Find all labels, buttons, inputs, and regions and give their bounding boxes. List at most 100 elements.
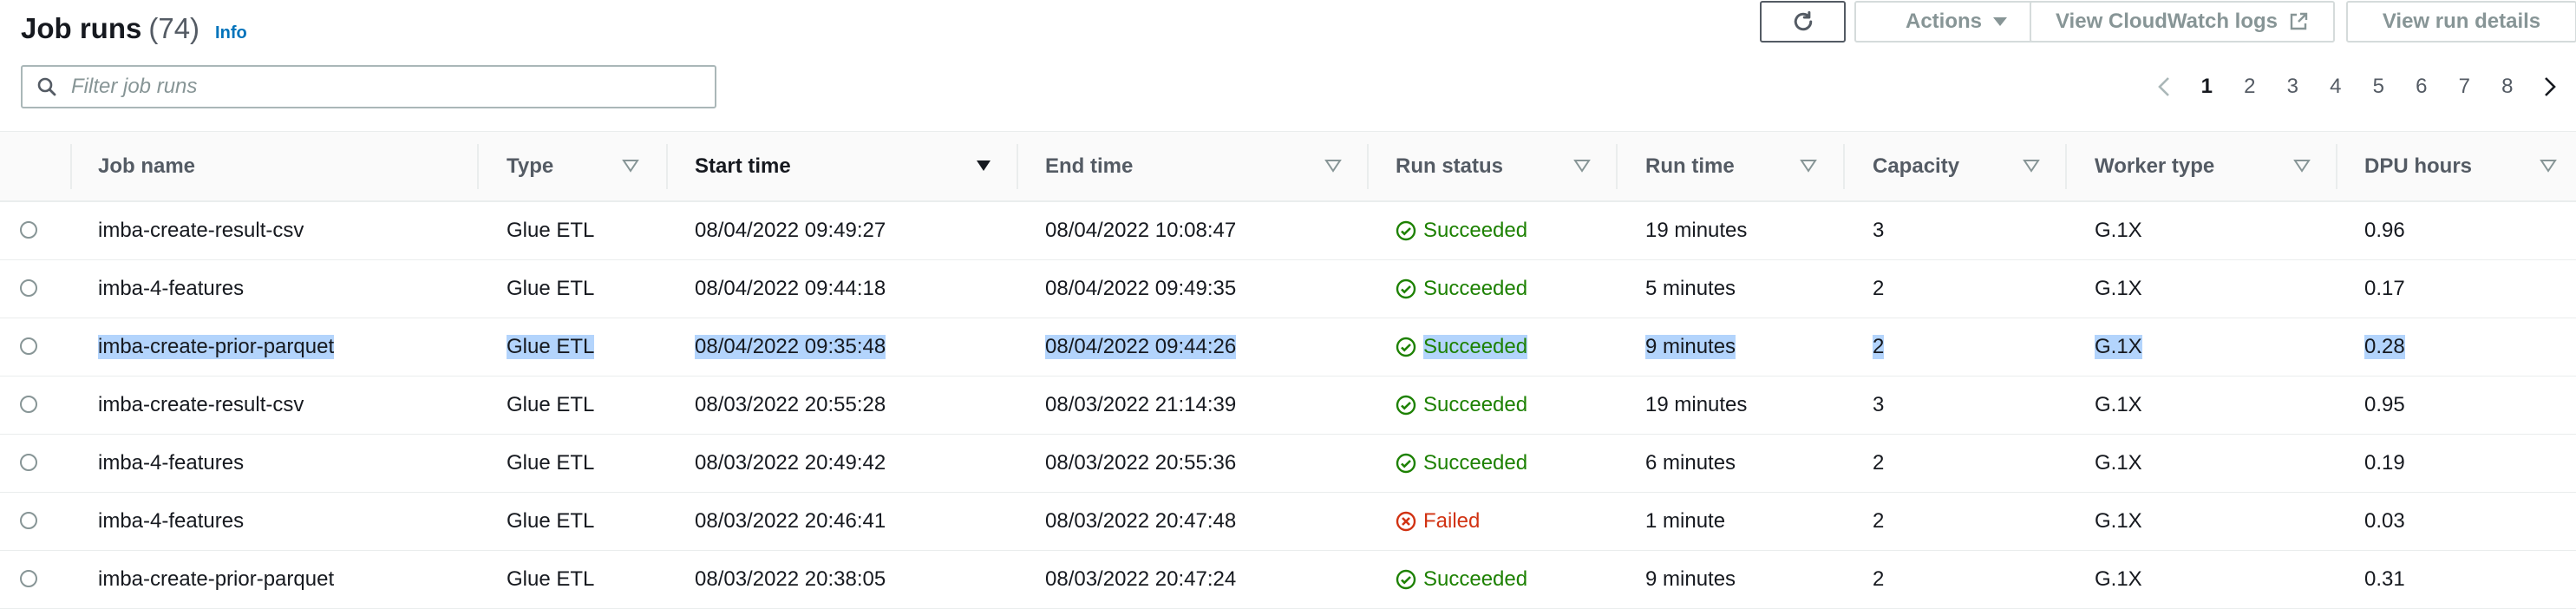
page-2[interactable]: 2 [2228,75,2272,99]
page-5[interactable]: 5 [2357,75,2401,99]
sort-caret-filled-icon[interactable] [975,159,992,173]
type-text: Glue ETL [507,335,595,359]
run-status-cell: Succeeded [1396,318,1528,376]
refresh-icon [1794,10,1812,31]
sort-caret-icon[interactable] [2023,159,2040,173]
sort-caret-icon[interactable] [622,159,639,173]
run-status-text: Succeeded [1423,567,1528,591]
table-row[interactable]: imba-4-features Glue ETL 08/04/2022 09:4… [0,260,2576,318]
dpu-hours-text: 0.28 [2364,335,2405,359]
page-6[interactable]: 6 [2400,75,2443,99]
sort-caret-icon[interactable] [2540,159,2557,173]
table-row[interactable]: imba-create-result-csv Glue ETL 08/03/20… [0,377,2576,435]
page-header: Job runs (74) Info [21,12,247,45]
view-run-details-button[interactable]: View run details [2346,1,2576,43]
column-type[interactable]: Type [507,132,553,200]
end-time-cell: 08/03/2022 20:55:36 [1045,451,1237,475]
run-status-cell: Succeeded [1396,202,1527,259]
row-select-radio[interactable] [20,221,37,239]
info-link[interactable]: Info [215,23,247,43]
view-cloudwatch-logs-button[interactable]: View CloudWatch logs [2030,1,2335,43]
dpu-hours-cell: 0.03 [2364,509,2405,533]
worker-type-cell: G.1X [2095,219,2142,242]
column-run-status[interactable]: Run status [1396,132,1503,200]
run-time-cell: 19 minutes [1645,219,1748,242]
next-page-button[interactable] [2529,76,2573,97]
previous-page-button[interactable] [2142,76,2186,97]
run-status-cell: Succeeded [1396,551,1527,608]
column-divider [1017,144,1018,189]
job-name-cell[interactable]: imba-4-features [98,493,244,550]
row-select-radio[interactable] [20,512,37,529]
worker-type-text: G.1X [2095,335,2142,359]
job-name-cell[interactable]: imba-4-features [98,260,244,318]
column-dpu-hours[interactable]: DPU hours [2364,132,2472,200]
page-title: Job runs [21,12,142,44]
column-divider [1843,144,1845,189]
job-name-cell[interactable]: imba-4-features [98,435,244,492]
job-name-cell[interactable]: imba-create-result-csv [98,377,304,434]
column-divider [70,144,72,189]
column-divider [2336,144,2337,189]
start-time-cell: 08/03/2022 20:38:05 [695,567,886,591]
worker-type-cell: G.1X [2095,318,2142,376]
column-start-time[interactable]: Start time [695,132,791,200]
column-divider [1616,144,1618,189]
table-row[interactable]: imba-4-features Glue ETL 08/03/2022 20:4… [0,435,2576,493]
start-time-cell: 08/04/2022 09:44:18 [695,277,886,300]
row-select-radio[interactable] [20,454,37,471]
worker-type-cell: G.1X [2095,277,2142,300]
worker-type-cell: G.1X [2095,509,2142,533]
table-row[interactable]: imba-create-result-csv Glue ETL 08/04/20… [0,202,2576,260]
sort-caret-icon[interactable] [2293,159,2311,173]
row-select-radio[interactable] [20,570,37,587]
search-input[interactable] [69,74,697,100]
sort-caret-icon[interactable] [1573,159,1591,173]
actions-button[interactable]: Actions [1854,1,2059,43]
page-7[interactable]: 7 [2443,75,2487,99]
end-time-cell: 08/03/2022 20:47:48 [1045,509,1237,533]
page-4[interactable]: 4 [2314,75,2357,99]
filter-job-runs[interactable] [21,65,716,108]
column-divider [1367,144,1369,189]
sort-caret-icon[interactable] [1324,159,1342,173]
type-cell: Glue ETL [507,393,595,416]
worker-type-cell: G.1X [2095,567,2142,591]
column-job-name[interactable]: Job name [98,132,195,200]
pagination: 1 2 3 4 5 6 7 8 [2142,69,2572,104]
column-worker-type[interactable]: Worker type [2095,132,2214,200]
refresh-button[interactable] [1760,1,1846,43]
job-name-text: imba-create-prior-parquet [98,335,335,359]
row-select-radio[interactable] [20,279,37,297]
job-name-cell[interactable]: imba-create-prior-parquet [98,551,334,608]
success-check-icon [1396,569,1416,590]
start-time-cell: 08/03/2022 20:49:42 [695,451,886,475]
type-cell: Glue ETL [507,509,595,533]
job-runs-table: Job name Type Start time End time Run st… [0,131,2576,609]
column-capacity[interactable]: Capacity [1873,132,1959,200]
end-time-cell: 08/04/2022 09:49:35 [1045,277,1237,300]
external-link-icon [2290,12,2308,30]
chevron-right-icon [2545,77,2557,96]
column-end-time[interactable]: End time [1045,132,1133,200]
table-row[interactable]: imba-4-features Glue ETL 08/03/2022 20:4… [0,493,2576,551]
dpu-hours-cell: 0.95 [2364,393,2405,416]
page-1[interactable]: 1 [2186,75,2229,99]
start-time-cell: 08/03/2022 20:55:28 [695,393,886,416]
row-select-radio[interactable] [20,337,37,355]
run-status-cell: Succeeded [1396,377,1527,434]
dpu-hours-cell: 0.19 [2364,451,2405,475]
search-icon [37,77,56,96]
sort-caret-icon[interactable] [1800,159,1817,173]
page-3[interactable]: 3 [2272,75,2315,99]
job-name-cell[interactable]: imba-create-result-csv [98,202,304,259]
table-row[interactable]: imba-create-prior-parquet Glue ETL 08/03… [0,551,2576,609]
capacity-cell: 2 [1873,567,1885,591]
error-x-icon [1396,511,1416,532]
dpu-hours-cell: 0.17 [2364,277,2405,300]
table-row[interactable]: imba-create-prior-parquet Glue ETL 08/04… [0,318,2576,377]
page-8[interactable]: 8 [2486,75,2529,99]
row-select-radio[interactable] [20,396,37,413]
job-name-cell[interactable]: imba-create-prior-parquet [98,318,335,376]
column-run-time[interactable]: Run time [1645,132,1735,200]
